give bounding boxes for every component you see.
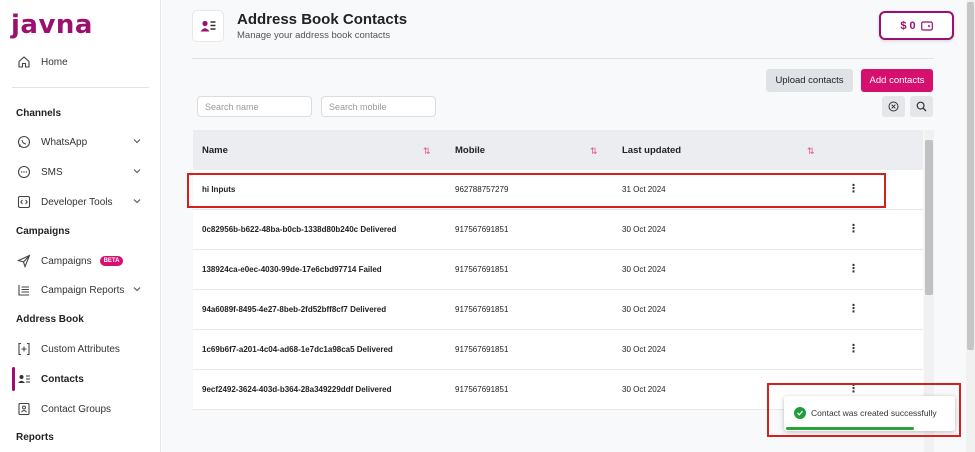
clear-icon	[888, 101, 899, 112]
logo: javna	[11, 10, 93, 40]
sidebar-item-developer-tools[interactable]: Developer Tools	[16, 191, 148, 213]
contact-groups-icon	[16, 401, 32, 417]
contact-updated: 30 Oct 2024	[622, 265, 666, 274]
contact-mobile: 917567691851	[455, 265, 509, 274]
sort-icon[interactable]: ⇅	[423, 146, 431, 157]
table-scrollbar-thumb[interactable]	[925, 140, 933, 295]
search-mobile-input[interactable]: Search mobile	[321, 96, 436, 117]
sort-icon[interactable]: ⇅	[807, 146, 815, 157]
sort-icon[interactable]: ⇅	[590, 146, 598, 157]
sidebar-item-label: Home	[41, 56, 68, 68]
more-options-icon[interactable]: ⋮	[848, 342, 859, 355]
search-name-input[interactable]: Search name	[197, 96, 312, 117]
column-header-last-updated[interactable]: Last updated	[622, 130, 681, 170]
send-icon	[16, 253, 32, 269]
search-icon	[916, 101, 927, 112]
section-heading-channels: Channels	[16, 108, 62, 119]
report-icon	[16, 282, 32, 298]
sidebar-item-label: Contact Groups	[41, 403, 112, 415]
contact-updated: 30 Oct 2024	[622, 225, 666, 234]
contact-name: 138924ca-e0ec-4030-99de-17e6cbd97714 Fai…	[202, 265, 382, 274]
divider	[12, 87, 149, 88]
sidebar-item-label: Campaign Reports	[41, 284, 125, 296]
clear-filters-button[interactable]	[882, 96, 905, 117]
table-row[interactable]: 138924ca-e0ec-4030-99de-17e6cbd97714 Fai…	[193, 250, 923, 290]
sidebar-item-label: Campaigns	[41, 255, 92, 267]
sidebar-item-campaigns[interactable]: Campaigns BETA	[16, 250, 148, 272]
page-title: Address Book Contacts	[237, 11, 408, 28]
beta-badge: BETA	[99, 256, 124, 266]
table-row[interactable]: 94a6089f-8495-4e27-8beb-2fd52bff8cf7 Del…	[193, 290, 923, 330]
contact-name: 0c82956b-b622-48ba-b0cb-1338d80b240c Del…	[202, 225, 397, 234]
sidebar-item-label: WhatsApp	[41, 136, 88, 148]
wallet-balance: $ 0	[900, 19, 916, 32]
add-contacts-button[interactable]: Add contacts	[861, 69, 933, 92]
sidebar-item-sms[interactable]: SMS	[16, 161, 148, 183]
contact-mobile: 917567691851	[455, 385, 509, 394]
home-icon	[16, 54, 32, 70]
chevron-down-icon[interactable]	[132, 166, 142, 179]
section-heading-campaigns: Campaigns	[16, 226, 70, 237]
table-row[interactable]: 0c82956b-b622-48ba-b0cb-1338d80b240c Del…	[193, 210, 923, 250]
section-heading-address-book: Address Book	[16, 314, 84, 325]
page-scrollbar-thumb[interactable]	[967, 2, 974, 350]
highlight-new-contact-row	[187, 173, 886, 208]
contact-updated: 30 Oct 2024	[622, 305, 666, 314]
column-header-mobile[interactable]: Mobile	[455, 130, 485, 170]
header-divider	[192, 58, 934, 59]
contact-updated: 30 Oct 2024	[622, 385, 666, 394]
column-header-name[interactable]: Name	[202, 130, 228, 170]
sidebar-item-label: Custom Attributes	[41, 343, 120, 355]
chevron-down-icon[interactable]	[132, 284, 142, 297]
sidebar-item-label: Developer Tools	[41, 196, 113, 208]
code-icon	[16, 194, 32, 210]
active-indicator	[12, 367, 15, 391]
sidebar-item-custom-attributes[interactable]: Custom Attributes	[16, 338, 148, 360]
table-row[interactable]: 1c69b6f7-a201-4c04-ad68-1e7dc1a98ca5 Del…	[193, 330, 923, 370]
contact-updated: 30 Oct 2024	[622, 345, 666, 354]
page-subtitle: Manage your address book contacts	[237, 30, 391, 41]
highlight-toast	[767, 383, 961, 437]
contact-mobile: 917567691851	[455, 225, 509, 234]
wallet-balance-button[interactable]: $ 0	[879, 11, 954, 40]
wallet-icon	[920, 20, 933, 31]
sidebar-item-campaign-reports[interactable]: Campaign Reports	[16, 279, 148, 301]
contact-mobile: 917567691851	[455, 305, 509, 314]
chevron-down-icon[interactable]	[132, 196, 142, 209]
sidebar-item-label: Contacts	[41, 373, 84, 385]
contact-name: 1c69b6f7-a201-4c04-ad68-1e7dc1a98ca5 Del…	[202, 345, 393, 354]
sidebar-item-home[interactable]: Home	[16, 51, 148, 73]
contact-mobile: 917567691851	[455, 345, 509, 354]
more-options-icon[interactable]: ⋮	[848, 262, 859, 275]
sms-icon	[16, 164, 32, 180]
section-heading-reports: Reports	[16, 432, 54, 443]
more-options-icon[interactable]: ⋮	[848, 222, 859, 235]
sidebar-item-whatsapp[interactable]: WhatsApp	[16, 131, 148, 153]
contact-name: 9ecf2492-3624-403d-b364-28a349229ddf Del…	[202, 385, 392, 394]
upload-contacts-button[interactable]: Upload contacts	[766, 69, 853, 92]
sidebar-item-label: SMS	[41, 166, 63, 178]
search-button[interactable]	[910, 96, 933, 117]
sidebar: javna Home Channels WhatsApp SMS Develop…	[0, 0, 161, 452]
contacts-icon	[16, 371, 32, 387]
whatsapp-icon	[16, 134, 32, 150]
chevron-down-icon[interactable]	[132, 136, 142, 149]
address-book-icon	[192, 10, 224, 42]
custom-attributes-icon	[16, 341, 32, 357]
sidebar-item-contact-groups[interactable]: Contact Groups	[16, 398, 148, 420]
more-options-icon[interactable]: ⋮	[848, 302, 859, 315]
sidebar-item-contacts[interactable]: Contacts	[16, 368, 148, 390]
contact-name: 94a6089f-8495-4e27-8beb-2fd52bff8cf7 Del…	[202, 305, 387, 314]
